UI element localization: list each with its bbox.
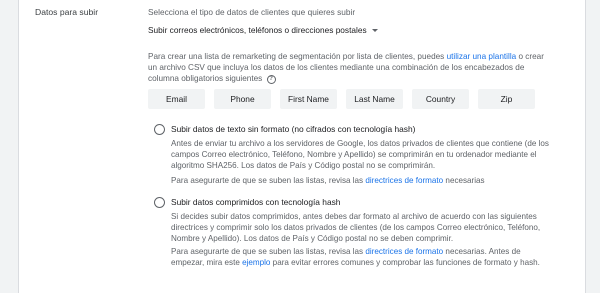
header-chip-country: Country (412, 89, 469, 109)
hashed-note: Para asegurarte de que se suben las list… (171, 246, 549, 268)
hashed-radio[interactable] (154, 197, 165, 208)
required-headers: Email Phone First Name Last Name Country… (148, 89, 535, 109)
header-chip-first-name: First Name (280, 89, 337, 109)
example-link[interactable]: ejemplo (242, 258, 270, 267)
dropdown-value: Subir correos electrónicos, teléfonos o … (148, 25, 367, 35)
upload-data-panel: Datos para subir Selecciona el tipo de d… (18, 0, 586, 293)
header-chip-zip: Zip (478, 89, 535, 109)
description-text-1: Para crear una lista de remarketing de s… (148, 52, 447, 61)
hashed-format-guidelines-link[interactable]: directrices de formato (365, 247, 443, 256)
plain-text-radio[interactable] (154, 124, 165, 135)
plain-text-note-text: Para asegurarte de que se suben las list… (171, 176, 366, 185)
template-description: Para crear una lista de remarketing de s… (148, 51, 548, 85)
header-chip-phone: Phone (214, 89, 271, 109)
plain-text-note-end: necesarias (443, 176, 485, 185)
header-chip-last-name: Last Name (346, 89, 403, 109)
hashed-note-text: Para asegurarte de que se suben las list… (171, 247, 366, 256)
plain-text-note: Para asegurarte de que se suben las list… (171, 175, 549, 186)
hashed-title: Subir datos comprimidos con tecnología h… (171, 197, 341, 207)
section-label: Datos para subir (35, 7, 99, 17)
plain-text-body: Antes de enviar tu archivo a los servido… (171, 139, 549, 171)
header-chip-email: Email (148, 89, 205, 109)
template-link[interactable]: utilizar una plantilla (447, 52, 517, 61)
help-icon[interactable]: ? (266, 74, 276, 84)
caret-down-icon (371, 29, 378, 32)
hashed-body: Si decides subir datos comprimidos, ante… (171, 212, 541, 244)
format-guidelines-link[interactable]: directrices de formato (365, 176, 443, 185)
data-type-dropdown[interactable]: Subir correos electrónicos, teléfonos o … (148, 24, 378, 36)
section-intro: Selecciona el tipo de datos de clientes … (148, 7, 356, 17)
plain-text-title: Subir datos de texto sin formato (no cif… (171, 124, 416, 134)
hashed-note-end: para evitar errores comunes y comprobar … (270, 258, 540, 268)
